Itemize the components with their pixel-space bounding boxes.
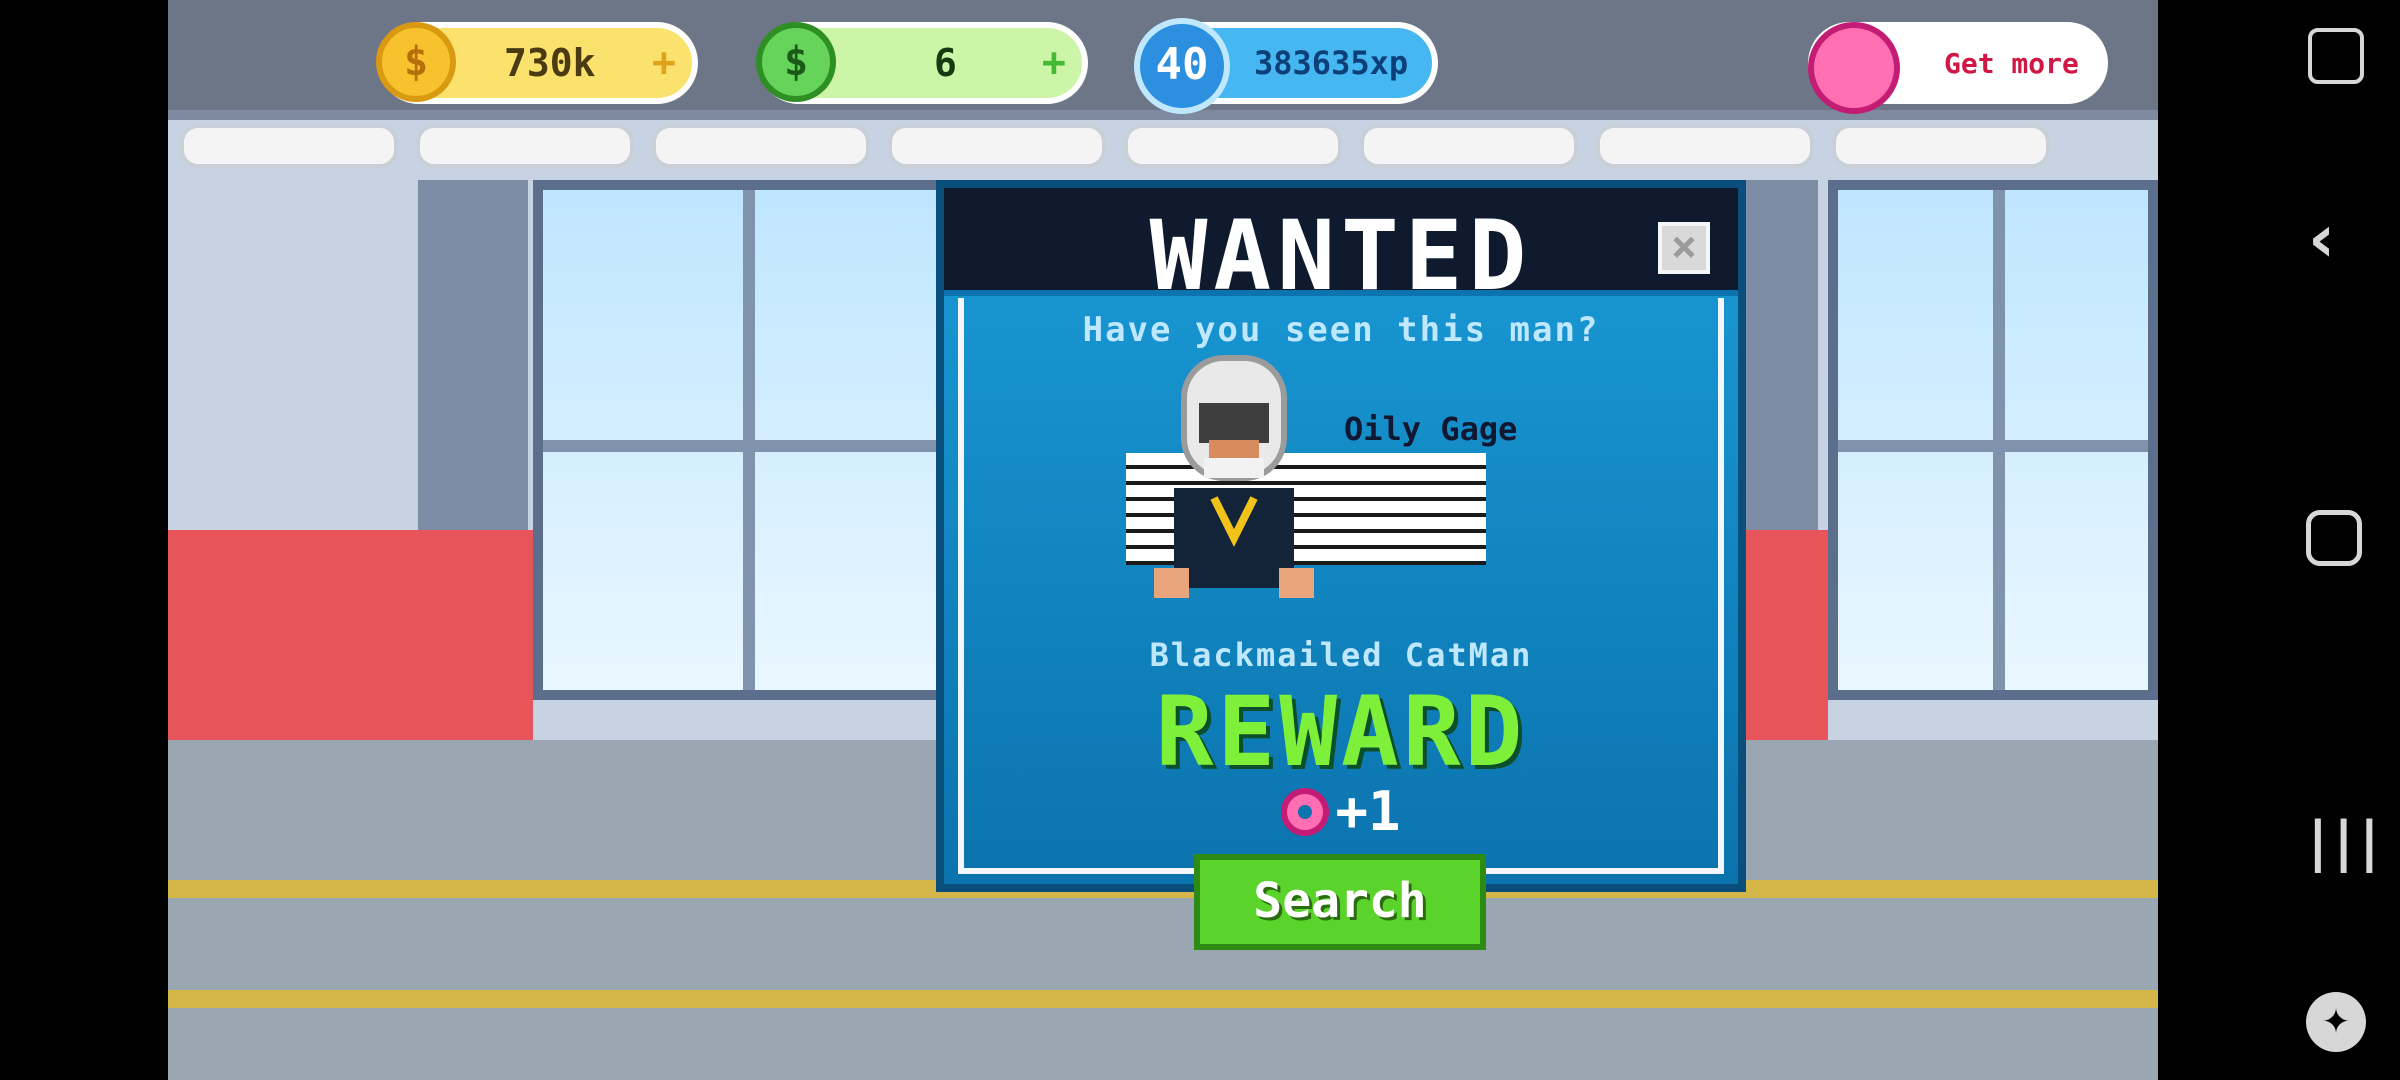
- level-badge: 40: [1134, 18, 1230, 114]
- wanted-subtitle: Have you seen this man?: [1082, 310, 1600, 350]
- get-more-label[interactable]: Get more: [1944, 47, 2079, 80]
- coins-counter[interactable]: $ 730k +: [376, 22, 698, 104]
- suspect-portrait: [1154, 355, 1314, 598]
- cash-icon: $: [756, 22, 836, 102]
- ceiling-lamps: [168, 124, 2158, 172]
- wanted-header: WANTED ×: [944, 188, 1738, 312]
- reward-value: +1: [944, 780, 1738, 843]
- xp-counter: 40 383635xp: [1134, 18, 1438, 114]
- xp-value: 383635xp: [1254, 44, 1409, 82]
- donut-icon: [1281, 787, 1330, 836]
- back-icon[interactable]: ‹: [2308, 200, 2335, 277]
- home-icon[interactable]: [2306, 510, 2362, 566]
- window-left: [533, 180, 953, 700]
- cash-counter[interactable]: $ 6 +: [756, 22, 1088, 104]
- add-coins-icon[interactable]: +: [652, 40, 676, 86]
- wanted-dialog: WANTED × Have you seen this man? Oily Ga…: [936, 180, 1746, 950]
- search-button[interactable]: Search: [1194, 854, 1486, 950]
- game-viewport: $ 730k + $ 6 + 40 383635xp Get more WANT…: [168, 0, 2158, 1080]
- gamepad-icon[interactable]: ✦: [2306, 992, 2366, 1052]
- suspect-crime: Blackmailed CatMan: [1149, 636, 1533, 674]
- reward-amount: +1: [1335, 780, 1401, 843]
- red-wall-left: [168, 530, 533, 740]
- window-right: [1828, 180, 2158, 700]
- coins-value: 730k: [504, 41, 596, 85]
- touch-icon[interactable]: [2308, 28, 2364, 84]
- wanted-panel: WANTED × Have you seen this man? Oily Ga…: [936, 180, 1746, 892]
- reward-title: REWARD: [1155, 676, 1527, 788]
- add-cash-icon[interactable]: +: [1042, 40, 1066, 86]
- suspect-name: Oily Gage: [1344, 410, 1518, 448]
- recents-icon[interactable]: |||: [2308, 810, 2385, 873]
- close-icon[interactable]: ×: [1658, 222, 1710, 274]
- donut-icon: [1808, 22, 1900, 114]
- system-navbar: ‹ ||| ✦: [2158, 0, 2400, 1080]
- coin-icon: $: [376, 22, 456, 102]
- cash-value: 6: [934, 41, 957, 85]
- donut-counter[interactable]: Get more: [1808, 22, 2108, 114]
- wanted-title: WANTED: [1149, 200, 1533, 312]
